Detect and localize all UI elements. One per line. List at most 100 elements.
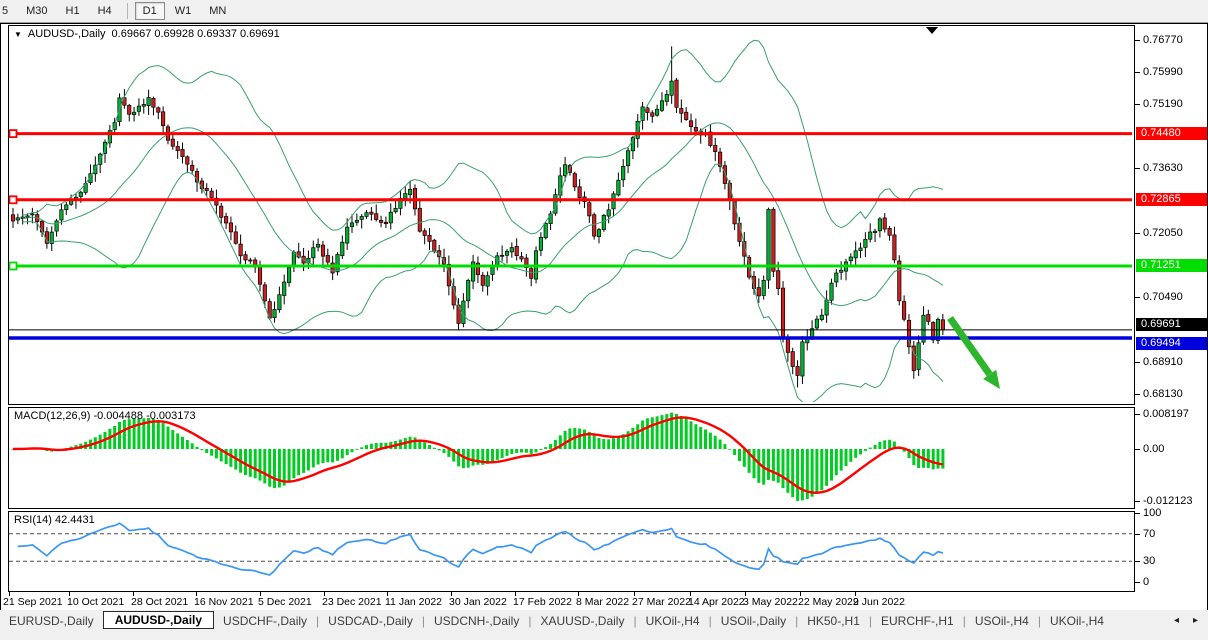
price-badge: 0.69494: [1136, 337, 1207, 350]
date-label: 28 Oct 2021: [131, 596, 188, 608]
chart-tab-bar: EURUSD-,DailyAUDUSD-,DailyUSDCHF-,Daily|…: [0, 610, 1208, 631]
main-chart-panel[interactable]: ▼ AUDUSD-,Daily 0.69667 0.69928 0.69337 …: [8, 25, 1135, 405]
chart-ohlc-values: 0.69667 0.69928 0.69337 0.69691: [112, 28, 280, 40]
chart-tab-xauusddaily[interactable]: XAUUSD-,Daily: [531, 612, 633, 630]
date-label: 17 Feb 2022: [513, 596, 572, 608]
date-label: 23 Dec 2021: [322, 596, 382, 608]
date-label: 10 Oct 2021: [67, 596, 124, 608]
price-tick-mark: [1135, 233, 1140, 234]
date-label: 11 Jan 2022: [385, 596, 442, 608]
macd-tick-mark: [1135, 449, 1140, 450]
price-tick-mark: [1135, 104, 1140, 105]
date-label: 30 Jan 2022: [449, 596, 507, 608]
macd-histogram: [12, 413, 945, 501]
chart-tab-usdcnhdaily[interactable]: USDCNH-,Daily: [425, 612, 528, 630]
hline-handle[interactable]: [10, 263, 17, 270]
price-axis-label: 0.68910: [1143, 356, 1183, 368]
symbol-dropdown-icon[interactable]: ▼: [14, 30, 22, 39]
macd-tick-mark: [1135, 414, 1140, 415]
scroll-right-icon[interactable]: ▸: [1193, 615, 1198, 626]
price-tick-mark: [1135, 394, 1140, 395]
price-axis-label: 0.76770: [1143, 34, 1183, 46]
timeframe-button-mn[interactable]: MN: [201, 2, 234, 20]
status-strip: [0, 631, 1208, 640]
chart-tab-usdcaddaily[interactable]: USDCAD-,Daily: [319, 612, 422, 630]
date-label: 14 Apr 2022: [688, 596, 745, 608]
hline-handle[interactable]: [10, 196, 17, 203]
price-axis: 0.76770 0.75990 0.75190 0.73630 0.72050 0.704…: [1135, 24, 1207, 609]
macd-tick-mark: [1135, 501, 1140, 502]
date-label: 8 Mar 2022: [576, 596, 629, 608]
date-label: 22 May 2022: [798, 596, 859, 608]
rsi-axis-label: 100: [1143, 507, 1161, 519]
price-tick-mark: [1135, 362, 1140, 363]
date-label: 27 Mar 2022: [632, 596, 691, 608]
price-axis-label: 0.72050: [1143, 227, 1183, 239]
chart-tab-ukoilh4[interactable]: UKOil-,H4: [637, 612, 709, 630]
rsi-canvas: [9, 512, 1132, 589]
chart-tab-hk50h1[interactable]: HK50-,H1: [798, 612, 869, 630]
price-tick-mark: [1135, 168, 1140, 169]
chart-tab-usoilh4[interactable]: USOil-,H4: [966, 612, 1038, 630]
macd-label: MACD(12,26,9) -0.004488 -0.003173: [14, 410, 196, 422]
price-axis-label: 0.70490: [1143, 291, 1183, 303]
rsi-label: RSI(14) 42.4431: [14, 514, 95, 526]
chart-tab-ukoilh4[interactable]: UKOil-,H4: [1041, 612, 1113, 630]
date-label: 9 Jun 2022: [853, 596, 905, 608]
price-badge: 0.71251: [1136, 259, 1207, 272]
price-axis-label: 0.75990: [1143, 66, 1183, 78]
bollinger-bands: [23, 40, 943, 402]
price-badge: 0.72865: [1136, 193, 1207, 206]
time-axis: 21 Sep 202110 Oct 202128 Oct 202116 Nov …: [8, 592, 1135, 609]
macd-axis-label: 0.00: [1143, 443, 1164, 455]
date-label: 5 Dec 2021: [258, 596, 312, 608]
scroll-left-icon[interactable]: ◂: [1174, 615, 1179, 626]
timeframe-button-5[interactable]: 5: [0, 2, 16, 20]
timeframe-button-d1[interactable]: D1: [135, 2, 165, 20]
chart-tab-eurchfh1[interactable]: EURCHF-,H1: [872, 612, 963, 630]
chart-tab-usoildaily[interactable]: USOil-,Daily: [712, 612, 795, 630]
hlines-group[interactable]: [9, 130, 1132, 338]
macd-canvas: [9, 408, 1132, 506]
trend-arrow-annotation[interactable]: [950, 318, 1000, 389]
timeframe-button-m30[interactable]: M30: [18, 2, 55, 20]
rsi-tick-mark: [1135, 561, 1140, 562]
price-axis-label: 0.75190: [1143, 98, 1183, 110]
rsi-axis-label: 0: [1143, 576, 1149, 588]
rsi-axis-label: 70: [1143, 528, 1155, 540]
rsi-tick-mark: [1135, 513, 1140, 514]
timeframe-button-w1[interactable]: W1: [167, 2, 200, 20]
scroll-anchor-icon[interactable]: [926, 27, 938, 34]
price-axis-label: 0.73630: [1143, 162, 1183, 174]
chart-tab-audusddaily[interactable]: AUDUSD-,Daily: [103, 611, 214, 629]
timeframe-button-h4[interactable]: H4: [90, 2, 120, 20]
rsi-axis-label: 30: [1143, 555, 1155, 567]
date-label: 3 May 2022: [743, 596, 798, 608]
chart-symbol-label: AUDUSD-,Daily: [28, 28, 106, 40]
date-label: 21 Sep 2021: [3, 596, 63, 608]
chart-tab-usdchfdaily[interactable]: USDCHF-,Daily: [214, 612, 316, 630]
macd-axis-label: -0.012123: [1143, 495, 1193, 507]
rsi-line: [18, 523, 943, 575]
price-axis-label: 0.68130: [1143, 388, 1183, 400]
timeframe-toolbar: 5M30H1H4 D1W1MN: [0, 0, 1208, 23]
date-label: 16 Nov 2021: [194, 596, 254, 608]
rsi-tick-mark: [1135, 582, 1140, 583]
tab-scroll-arrows: ◂▸: [1174, 615, 1198, 626]
candles-group: [11, 46, 944, 387]
rsi-panel[interactable]: RSI(14) 42.4431: [8, 511, 1135, 592]
chart-tab-eurusddaily[interactable]: EURUSD-,Daily: [0, 612, 103, 630]
hline-handle[interactable]: [10, 130, 17, 137]
price-badge: 0.69691: [1136, 318, 1207, 331]
rsi-tick-mark: [1135, 534, 1140, 535]
chart-title: ▼ AUDUSD-,Daily 0.69667 0.69928 0.69337 …: [14, 28, 280, 40]
main-chart-canvas[interactable]: [9, 26, 1132, 402]
timeframe-button-h1[interactable]: H1: [58, 2, 88, 20]
macd-panel[interactable]: MACD(12,26,9) -0.004488 -0.003173: [8, 407, 1135, 509]
toolbar-separator: [127, 3, 128, 19]
price-badge: 0.74480: [1136, 127, 1207, 140]
price-tick-mark: [1135, 40, 1140, 41]
macd-axis-label: 0.008197: [1143, 408, 1189, 420]
price-tick-mark: [1135, 297, 1140, 298]
price-tick-mark: [1135, 72, 1140, 73]
